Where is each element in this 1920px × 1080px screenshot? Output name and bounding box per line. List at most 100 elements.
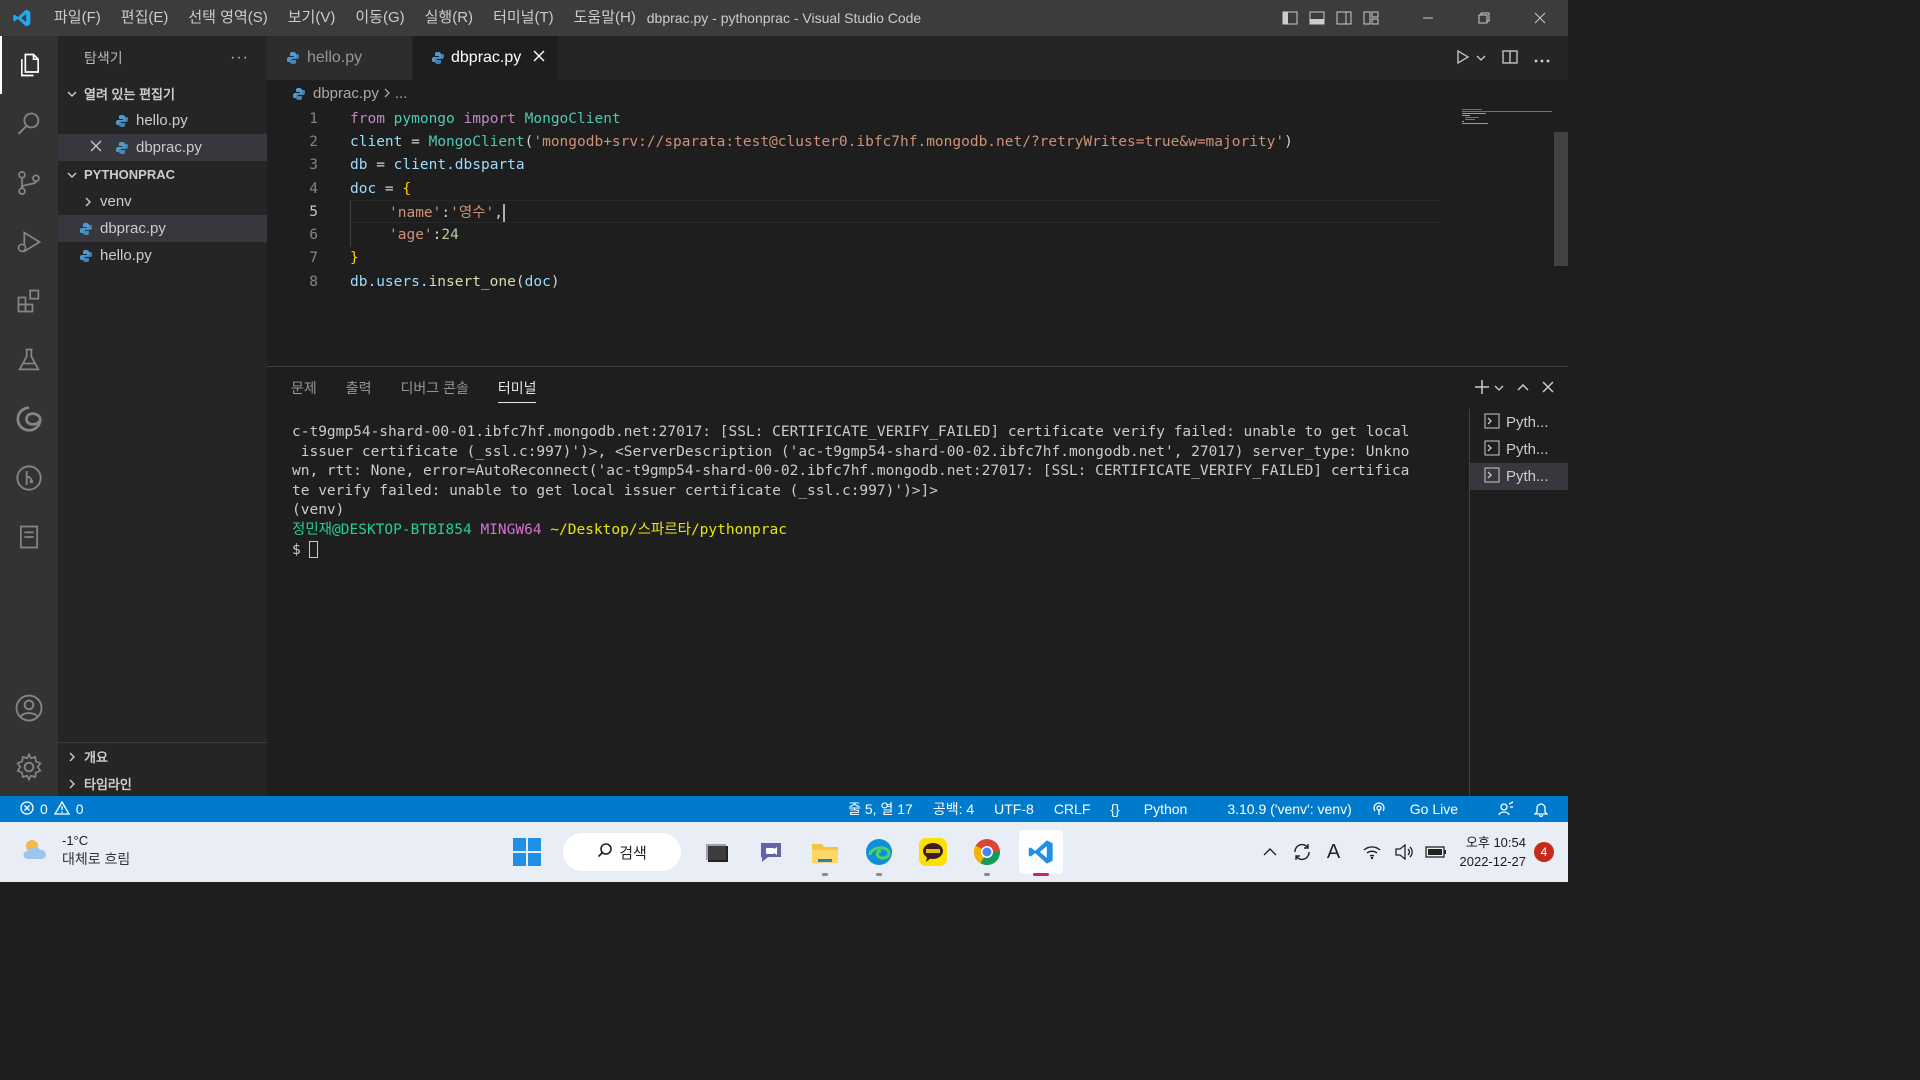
python-interpreter[interactable]: 3.10.9 ('venv': venv) xyxy=(1227,801,1351,817)
menu-file[interactable]: 파일(F) xyxy=(44,0,111,36)
feedback-icon[interactable] xyxy=(1498,801,1514,817)
tab-terminal[interactable]: 터미널 xyxy=(497,367,536,409)
weather-widget[interactable]: -1°C 대체로 흐림 xyxy=(20,832,130,868)
accounts-icon[interactable] xyxy=(0,679,58,737)
open-editors-section[interactable]: 열려 있는 편집기 xyxy=(58,80,267,107)
tree-item-label: dbprac.py xyxy=(100,220,166,237)
tab-hello[interactable]: hello.py xyxy=(267,36,413,80)
system-clock[interactable]: 오후 10:54 2022-12-27 xyxy=(1460,833,1527,871)
open-editor-item-active[interactable]: dbprac.py xyxy=(58,134,267,161)
cloud-sun-icon xyxy=(20,835,54,866)
tab-label: dbprac.py xyxy=(451,49,522,66)
terminal-output[interactable]: c-t9gmp54-shard-00-01.ibfc7hf.mongodb.ne… xyxy=(292,423,1452,560)
timeline-section[interactable]: 타임라인 xyxy=(58,770,267,797)
tab-dbprac[interactable]: dbprac.py xyxy=(413,36,559,80)
token: { xyxy=(402,180,412,197)
sync-icon[interactable] xyxy=(1286,842,1318,862)
testing-flask-icon[interactable] xyxy=(0,331,58,389)
end-of-line[interactable]: CRLF xyxy=(1054,801,1091,817)
notification-badge[interactable]: 4 xyxy=(1534,842,1554,862)
breadcrumb-file[interactable]: dbprac.py xyxy=(313,85,379,102)
tab-debug-console[interactable]: 디버그 콘솔 xyxy=(401,367,469,409)
toggle-secondary-sidebar-icon[interactable] xyxy=(1330,0,1357,36)
menu-view[interactable]: 보기(V) xyxy=(278,0,346,36)
wifi-icon[interactable] xyxy=(1356,844,1388,860)
project-section[interactable]: PYTHONPRAC xyxy=(58,161,267,188)
token: , xyxy=(494,205,503,222)
teams-chat-button[interactable] xyxy=(749,830,793,874)
new-terminal-icon[interactable] xyxy=(1474,379,1490,398)
menu-edit[interactable]: 편집(E) xyxy=(111,0,179,36)
toggle-panel-icon[interactable] xyxy=(1303,0,1330,36)
gear-icon[interactable] xyxy=(0,738,58,796)
cursor-position[interactable]: 줄 5, 열 17 xyxy=(848,799,913,819)
more-actions-icon[interactable] xyxy=(1534,51,1550,66)
python-file-icon xyxy=(285,50,301,66)
kakaotalk-button[interactable] xyxy=(911,830,955,874)
menu-help[interactable]: 도움말(H) xyxy=(564,0,646,36)
close-window-button[interactable] xyxy=(1512,0,1568,36)
status-bar: 0 0 줄 5, 열 17 공백: 4 UTF-8 CRLF {} Python … xyxy=(0,796,1568,822)
vscode-taskbar-button[interactable] xyxy=(1019,830,1063,876)
notebook-icon[interactable] xyxy=(0,508,58,566)
editor-scrollbar[interactable] xyxy=(1554,132,1568,266)
close-icon[interactable] xyxy=(90,139,106,156)
split-editor-icon[interactable] xyxy=(1502,49,1518,68)
token: client xyxy=(350,133,403,150)
tab-problems[interactable]: 문제 xyxy=(291,367,317,409)
menu-go[interactable]: 이동(G) xyxy=(345,0,414,36)
encoding[interactable]: UTF-8 xyxy=(994,801,1034,817)
tree-file-dbprac[interactable]: dbprac.py xyxy=(58,215,267,242)
tab-output[interactable]: 출력 xyxy=(346,367,372,409)
outline-section[interactable]: 개요 xyxy=(58,743,267,770)
chevron-down-icon[interactable] xyxy=(1494,381,1504,396)
more-actions-button[interactable]: ··· xyxy=(230,49,249,67)
run-debug-icon[interactable] xyxy=(0,213,58,271)
explorer-icon[interactable] xyxy=(0,36,58,94)
close-panel-icon[interactable] xyxy=(1542,380,1554,396)
bell-icon[interactable] xyxy=(1534,801,1548,817)
file-explorer-button[interactable] xyxy=(803,830,847,876)
battery-icon[interactable] xyxy=(1420,845,1452,859)
problems-status[interactable]: 0 0 xyxy=(0,800,84,818)
python-file-icon xyxy=(114,140,130,156)
ime-indicator[interactable]: A xyxy=(1318,841,1350,864)
indentation[interactable]: 공백: 4 xyxy=(933,799,974,819)
edge-devtools-icon[interactable] xyxy=(0,390,58,448)
breadcrumb-symbols[interactable]: ... xyxy=(395,85,408,102)
menu-selection[interactable]: 선택 영역(S) xyxy=(178,0,277,36)
source-control-icon[interactable] xyxy=(0,154,58,212)
go-live-button[interactable]: Go Live xyxy=(1372,801,1478,817)
close-icon[interactable] xyxy=(533,49,545,67)
git-graph-icon[interactable] xyxy=(0,449,58,507)
chrome-button[interactable] xyxy=(965,830,1009,876)
maximize-panel-icon[interactable] xyxy=(1516,380,1530,397)
restore-button[interactable] xyxy=(1456,0,1512,36)
start-button[interactable] xyxy=(505,830,549,874)
terminal-instance[interactable]: Pyth... xyxy=(1470,436,1568,463)
terminal-instance[interactable]: Pyth... xyxy=(1470,409,1568,436)
terminal-instance-active[interactable]: Pyth... xyxy=(1470,463,1568,490)
customize-layout-icon[interactable] xyxy=(1357,0,1384,36)
tree-file-hello[interactable]: hello.py xyxy=(58,242,267,269)
windows-taskbar: -1°C 대체로 흐림 검색 A 오후 10:54 2022-12-27 4 xyxy=(0,822,1568,882)
search-icon[interactable] xyxy=(0,95,58,153)
minimize-button[interactable] xyxy=(1400,0,1456,36)
open-editor-item[interactable]: hello.py xyxy=(58,107,267,134)
extensions-icon[interactable] xyxy=(0,272,58,330)
menu-terminal[interactable]: 터미널(T) xyxy=(483,0,564,36)
tree-folder-venv[interactable]: venv xyxy=(58,188,267,215)
code-line: 8 db.users.insert_one(doc) xyxy=(267,270,1557,293)
volume-icon[interactable] xyxy=(1388,844,1420,860)
code-editor[interactable]: 1 from pymongo import MongoClient 2 clie… xyxy=(267,107,1557,293)
task-view-button[interactable] xyxy=(695,830,739,874)
menu-run[interactable]: 실행(R) xyxy=(415,0,483,36)
toggle-primary-sidebar-icon[interactable] xyxy=(1276,0,1303,36)
taskbar-search[interactable]: 검색 xyxy=(563,833,681,871)
minimap[interactable] xyxy=(1460,107,1556,127)
chevron-up-icon[interactable] xyxy=(1254,847,1286,857)
run-icon[interactable] xyxy=(1456,49,1470,68)
chevron-down-icon[interactable] xyxy=(1476,51,1486,66)
edge-button[interactable] xyxy=(857,830,901,876)
language-mode[interactable]: {} Python xyxy=(1110,801,1207,817)
